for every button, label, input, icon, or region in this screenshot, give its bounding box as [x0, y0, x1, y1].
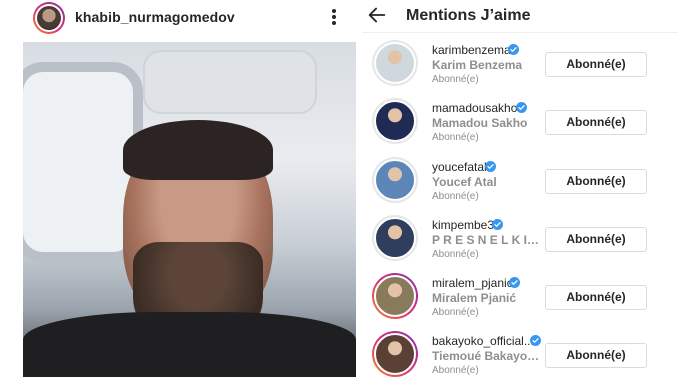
post-panel: khabib_nurmagomedov	[0, 0, 362, 381]
kebab-icon[interactable]	[330, 8, 338, 26]
username[interactable]: youcefatal	[432, 160, 487, 174]
verified-badge-icon	[530, 335, 541, 346]
arrow-left-icon[interactable]	[366, 4, 388, 26]
avatar[interactable]	[372, 98, 418, 144]
full-name: P R E S N E L K I M ...	[432, 233, 542, 247]
following-button[interactable]: Abonné(e)	[545, 343, 647, 368]
list-item[interactable]: kimpembe3 P R E S N E L K I M ... Abonné(e…	[362, 211, 678, 269]
full-name: Miralem Pjanić	[432, 291, 517, 305]
list-item[interactable]: karimbenzema Karim Benzema Abonné(e) Abonné…	[362, 36, 678, 94]
follow-status: Abonné(e)	[432, 249, 479, 260]
username[interactable]: miralem_pjanic	[432, 276, 513, 290]
follow-status: Abonné(e)	[432, 132, 479, 143]
following-button[interactable]: Abonné(e)	[545, 285, 647, 310]
username[interactable]: karimbenzema	[432, 43, 511, 57]
post-photo[interactable]	[23, 42, 356, 377]
list-item[interactable]: mamadousakho Mamadou Sakho Abonné(e) Abonné…	[362, 94, 678, 152]
verified-badge-icon	[516, 102, 527, 113]
full-name: Mamadou Sakho	[432, 116, 528, 130]
likes-panel: Mentions J’aime karimbenzema Karim Benzem…	[362, 0, 678, 381]
username[interactable]: kimpembe3	[432, 218, 494, 232]
list-item[interactable]: miralem_pjanic Miralem Pjanić Abonné(e) Abo…	[362, 269, 678, 327]
username[interactable]: bakayoko_official...	[432, 334, 534, 348]
avatar[interactable]	[372, 40, 418, 86]
avatar[interactable]	[372, 215, 418, 261]
verified-badge-icon	[509, 277, 520, 288]
verified-badge-icon	[492, 219, 503, 230]
verified-badge-icon	[485, 161, 496, 172]
post-header: khabib_nurmagomedov	[0, 0, 362, 40]
username[interactable]: mamadousakho	[432, 101, 517, 115]
follow-status: Abonné(e)	[432, 191, 479, 202]
post-author-username[interactable]: khabib_nurmagomedov	[75, 9, 235, 25]
following-button[interactable]: Abonné(e)	[545, 227, 647, 252]
full-name: Karim Benzema	[432, 58, 523, 72]
following-button[interactable]: Abonné(e)	[545, 169, 647, 194]
likes-header: Mentions J’aime	[362, 0, 678, 33]
verified-badge-icon	[508, 44, 519, 55]
avatar[interactable]	[372, 157, 418, 203]
full-name: Tiemoué Bakayoko ...	[432, 349, 542, 363]
list-item[interactable]: bakayoko_official...Tiemoué Bakayoko ...…	[362, 327, 678, 385]
avatar[interactable]	[372, 273, 418, 319]
list-item[interactable]: youcefatal Youcef Atal Abonné(e) Abonné(e)	[362, 153, 678, 211]
post-author-avatar[interactable]	[33, 2, 65, 34]
following-button[interactable]: Abonné(e)	[545, 110, 647, 135]
avatar[interactable]	[372, 331, 418, 377]
follow-status: Abonné(e)	[432, 365, 479, 376]
full-name: Youcef Atal	[432, 175, 497, 189]
follow-status: Abonné(e)	[432, 74, 479, 85]
page-title: Mentions J’aime	[406, 7, 531, 24]
follow-status: Abonné(e)	[432, 307, 479, 318]
following-button[interactable]: Abonné(e)	[545, 52, 647, 77]
